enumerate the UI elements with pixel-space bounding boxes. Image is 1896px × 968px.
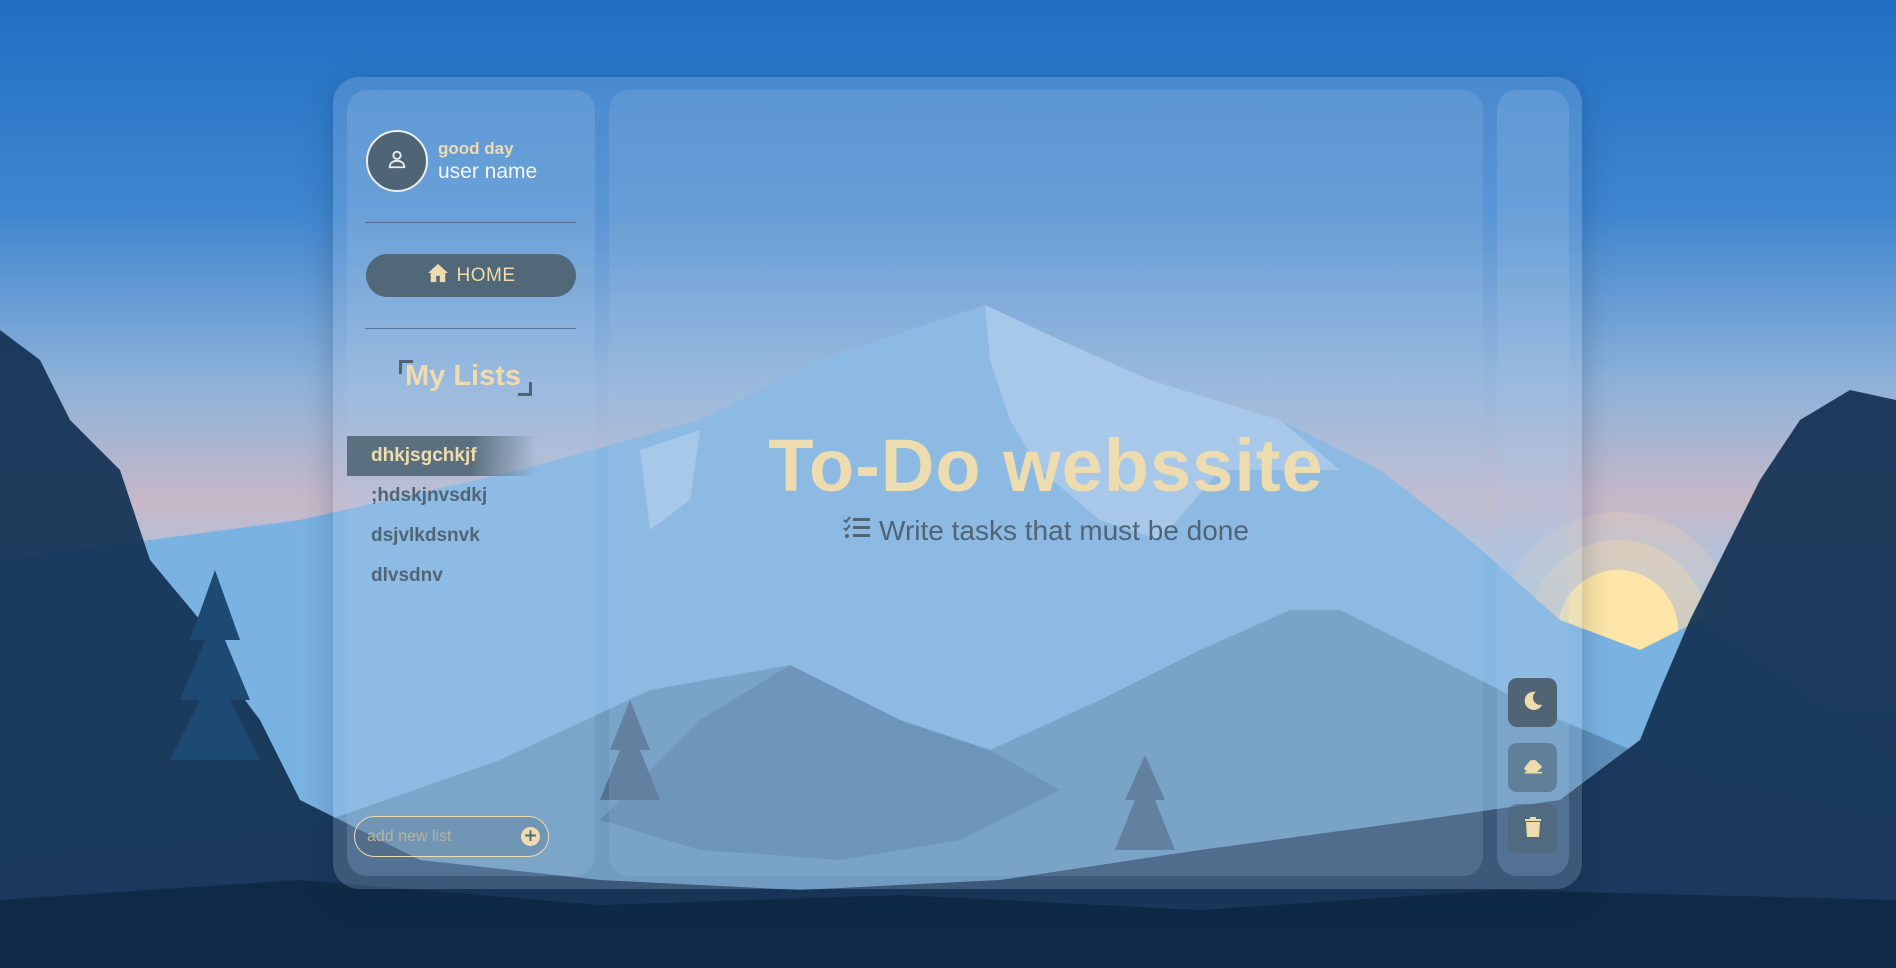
list-item[interactable]: dhkjsgchkjf xyxy=(347,436,537,476)
home-label: HOME xyxy=(456,264,516,286)
list-item[interactable]: ;hdskjnvsdkj xyxy=(347,476,537,516)
list-item-label: dlvsdnv xyxy=(371,565,443,586)
add-list-form: + xyxy=(354,816,549,857)
home-icon xyxy=(427,263,449,289)
checklist-icon xyxy=(843,515,871,547)
list-item[interactable]: dlvsdnv xyxy=(347,556,537,596)
theme-toggle-button[interactable] xyxy=(1508,678,1557,727)
my-lists-heading: My Lists xyxy=(395,358,540,396)
divider xyxy=(365,222,576,223)
trash-icon xyxy=(1524,816,1541,841)
clear-button[interactable] xyxy=(1508,743,1557,792)
bracket-decoration xyxy=(518,382,532,396)
page-title: To-Do webssite xyxy=(768,424,1324,507)
subtitle-text: Write tasks that must be done xyxy=(879,515,1249,546)
username-text: user name xyxy=(438,160,538,183)
add-list-button[interactable]: + xyxy=(521,827,540,846)
add-list-input[interactable] xyxy=(365,825,509,849)
my-lists-title: My Lists xyxy=(405,360,522,392)
greeting-text: good day xyxy=(438,139,514,158)
avatar[interactable] xyxy=(366,130,428,192)
list-item-label: ;hdskjnvsdkj xyxy=(371,485,488,506)
list-item-label: dhkjsgchkjf xyxy=(371,445,477,466)
user-icon xyxy=(386,148,408,174)
list-item-label: dsjvlkdsnvk xyxy=(371,525,480,546)
moon-icon xyxy=(1522,690,1544,716)
eraser-icon xyxy=(1523,758,1543,778)
divider xyxy=(365,328,576,329)
plus-icon: + xyxy=(523,826,538,846)
list-item[interactable]: dsjvlkdsnvk xyxy=(347,516,537,556)
page-subtitle: Write tasks that must be done xyxy=(609,515,1483,547)
home-button[interactable]: HOME xyxy=(366,254,576,297)
delete-button[interactable] xyxy=(1508,804,1557,853)
